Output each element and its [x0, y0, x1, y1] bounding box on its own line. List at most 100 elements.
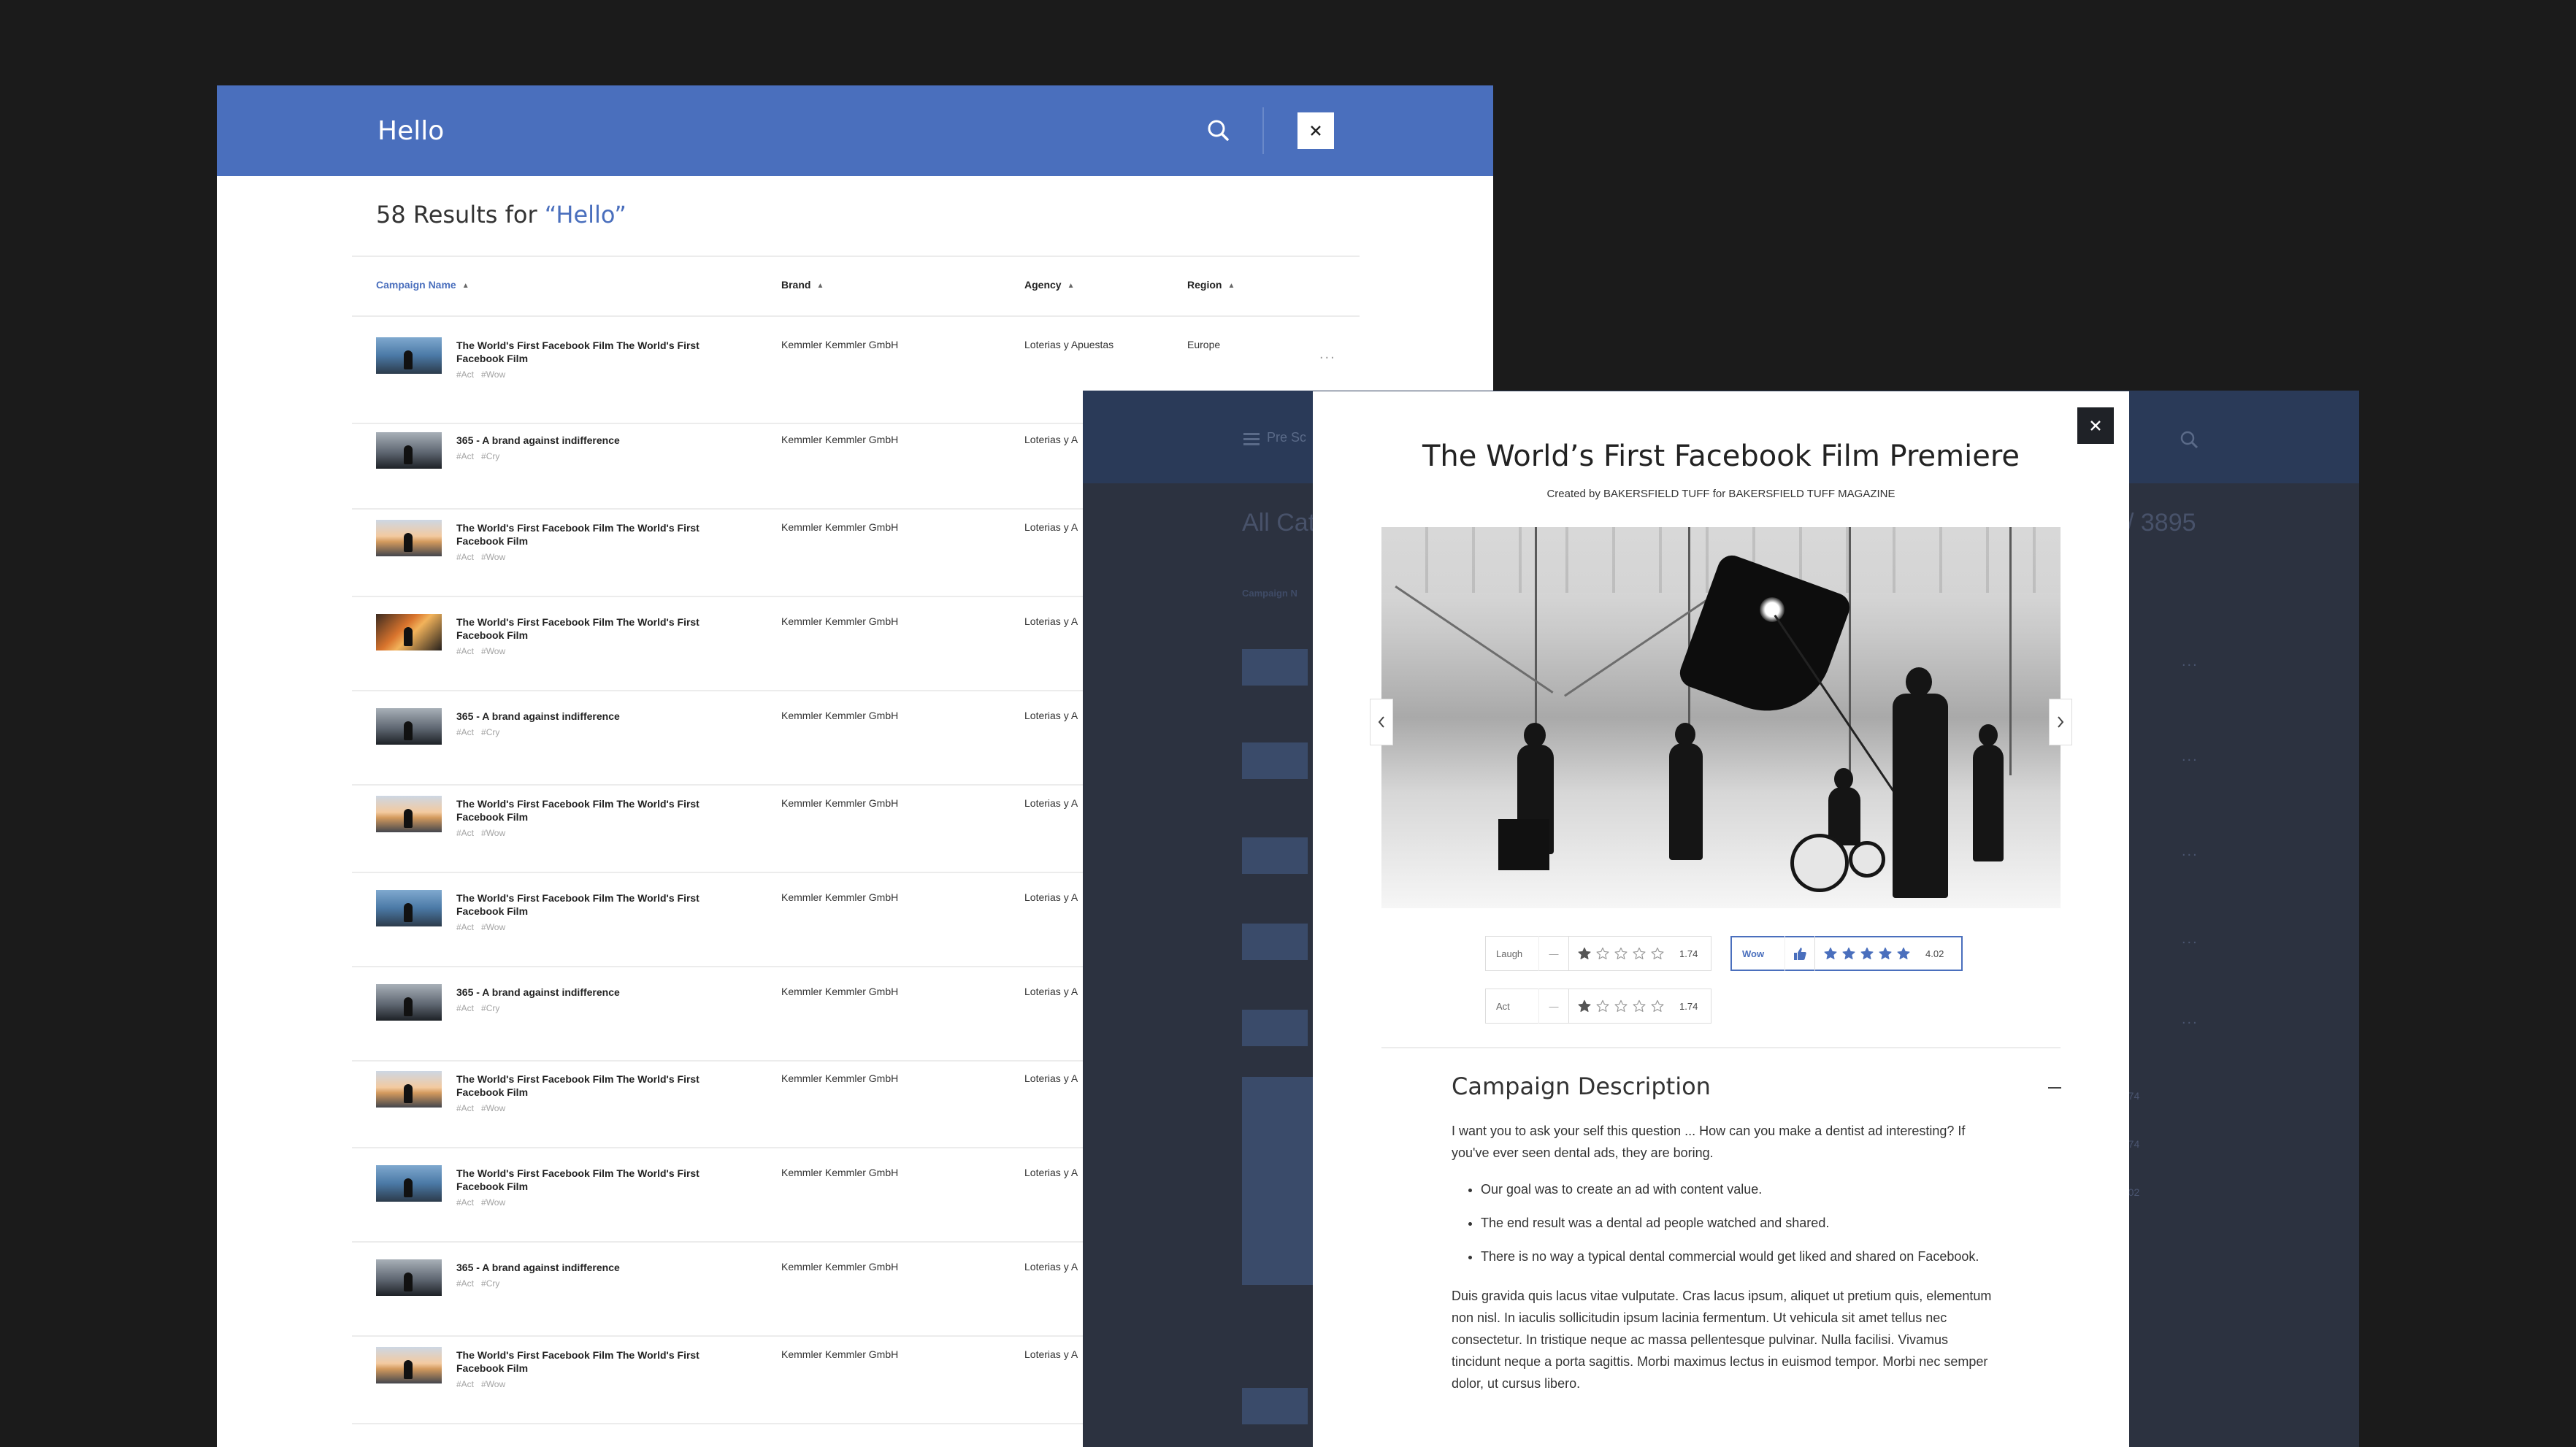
- more-icon: ...: [2182, 1011, 2199, 1027]
- brand-cell: Kemmler Kemmler GmbH: [781, 891, 899, 903]
- tag[interactable]: #Wow: [481, 922, 505, 932]
- tag[interactable]: #Act: [456, 1103, 474, 1113]
- rating-chip-wow[interactable]: Wow 4.02: [1730, 936, 1963, 971]
- agency-cell: Loterias y A: [1024, 710, 1078, 721]
- results-number: 58: [376, 201, 406, 229]
- thumbnail: [1242, 649, 1308, 686]
- tag[interactable]: #Act: [456, 1379, 474, 1389]
- star-filled-icon[interactable]: [1879, 947, 1892, 960]
- campaign-tags: #Act #Wow: [456, 552, 513, 562]
- carousel-prev-button[interactable]: [1370, 699, 1393, 745]
- campaign-title: The World's First Facebook Film The Worl…: [456, 1073, 699, 1098]
- star-rating[interactable]: [1569, 947, 1669, 960]
- close-search-button[interactable]: [1297, 112, 1334, 149]
- brand-cell: Kemmler Kemmler GmbH: [781, 1348, 899, 1360]
- catalog-title: All Cat: [1242, 509, 1316, 537]
- agency-cell: Loterias y A: [1024, 797, 1078, 809]
- sort-icon: ▲︎: [461, 282, 469, 290]
- divider: [352, 256, 1360, 257]
- tag[interactable]: #Wow: [481, 1197, 505, 1208]
- catalog-column-header: Campaign N: [1242, 588, 1297, 599]
- tag[interactable]: #Act: [456, 1278, 474, 1289]
- sort-icon: ▲︎: [1227, 282, 1235, 290]
- thumbnail: [1242, 1010, 1308, 1046]
- column-header-agency[interactable]: Agency ▲︎: [1024, 279, 1074, 291]
- tag[interactable]: #Wow: [481, 369, 505, 380]
- star-filled-icon[interactable]: [1860, 947, 1874, 960]
- star-rating[interactable]: [1569, 999, 1669, 1013]
- campaign-title: The World's First Facebook Film The Worl…: [456, 616, 699, 641]
- star-filled-icon[interactable]: [1897, 947, 1910, 960]
- rating-chip-laugh[interactable]: Laugh — 1.74: [1485, 936, 1711, 971]
- star-rating[interactable]: [1815, 947, 1915, 960]
- more-icon: ...: [2182, 931, 2199, 947]
- agency-cell: Loterias y A: [1024, 434, 1078, 445]
- tag[interactable]: #Act: [456, 1003, 474, 1013]
- column-header-region[interactable]: Region ▲︎: [1187, 279, 1235, 291]
- tag[interactable]: #Act: [456, 552, 474, 562]
- star-empty-icon[interactable]: [1614, 999, 1628, 1013]
- brand-cell: Kemmler Kemmler GmbH: [781, 710, 899, 721]
- search-bar: [217, 85, 1493, 176]
- description-title: Campaign Description: [1452, 1072, 1711, 1100]
- brand-cell: Kemmler Kemmler GmbH: [781, 339, 899, 350]
- tag[interactable]: #Act: [456, 369, 474, 380]
- star-filled-icon[interactable]: [1578, 999, 1591, 1013]
- agency-cell: Loterias y A: [1024, 615, 1078, 627]
- rating-reaction[interactable]: —: [1538, 989, 1569, 1024]
- star-filled-icon[interactable]: [1824, 947, 1837, 960]
- tag[interactable]: #Cry: [481, 1278, 499, 1289]
- star-filled-icon[interactable]: [1842, 947, 1855, 960]
- tag[interactable]: #Act: [456, 646, 474, 656]
- star-empty-icon[interactable]: [1633, 947, 1646, 960]
- tag[interactable]: #Cry: [481, 1003, 499, 1013]
- tag[interactable]: #Wow: [481, 1379, 505, 1389]
- tag[interactable]: #Act: [456, 828, 474, 838]
- rating-reaction[interactable]: —: [1538, 936, 1569, 971]
- brand-cell: Kemmler Kemmler GmbH: [781, 615, 899, 627]
- search-input[interactable]: [376, 104, 1036, 157]
- collapse-description-button[interactable]: [2043, 1076, 2066, 1099]
- star-empty-icon[interactable]: [1596, 947, 1609, 960]
- agency-cell: Loterias y A: [1024, 1072, 1078, 1084]
- campaign-title: 365 - A brand against indifference: [456, 434, 620, 446]
- brand-cell: Kemmler Kemmler GmbH: [781, 1167, 899, 1178]
- tag[interactable]: #Act: [456, 922, 474, 932]
- tag[interactable]: #Act: [456, 451, 474, 461]
- agency-cell: Loterias y A: [1024, 1348, 1078, 1360]
- star-filled-icon[interactable]: [1578, 947, 1591, 960]
- carousel-next-button[interactable]: [2049, 699, 2072, 745]
- column-header-brand[interactable]: Brand ▲︎: [781, 279, 824, 291]
- star-empty-icon[interactable]: [1651, 947, 1664, 960]
- tag[interactable]: #Cry: [481, 727, 499, 737]
- more-options-icon[interactable]: ...: [1319, 346, 1336, 363]
- tag[interactable]: #Wow: [481, 828, 505, 838]
- column-header-campaign-name[interactable]: Campaign Name ▲︎: [376, 279, 469, 291]
- campaign-thumbnail: [376, 1347, 442, 1383]
- star-empty-icon[interactable]: [1633, 999, 1646, 1013]
- tag[interactable]: #Wow: [481, 646, 505, 656]
- tag[interactable]: #Wow: [481, 1103, 505, 1113]
- star-empty-icon[interactable]: [1596, 999, 1609, 1013]
- rating-chip-act[interactable]: Act — 1.74: [1485, 989, 1711, 1024]
- thumbnail: [1242, 924, 1308, 960]
- minus-icon: [2048, 1087, 2061, 1089]
- campaign-thumbnail: [376, 614, 442, 650]
- thumbs-up-icon[interactable]: [1785, 936, 1815, 971]
- thumbnail: [1242, 742, 1308, 779]
- star-empty-icon[interactable]: [1651, 999, 1664, 1013]
- search-icon[interactable]: [1203, 115, 1235, 147]
- tag[interactable]: #Act: [456, 1197, 474, 1208]
- tag[interactable]: #Act: [456, 727, 474, 737]
- campaign-tags: #Act #Wow: [456, 369, 513, 380]
- campaign-title: The World’s First Facebook Film Premiere: [1422, 440, 2020, 473]
- campaign-tags: #Act #Cry: [456, 451, 507, 461]
- campaign-tags: #Act #Cry: [456, 727, 507, 737]
- star-empty-icon[interactable]: [1614, 947, 1628, 960]
- tag[interactable]: #Cry: [481, 451, 499, 461]
- brand-cell: Kemmler Kemmler GmbH: [781, 797, 899, 809]
- campaign-title: The World's First Facebook Film The Worl…: [456, 1349, 699, 1374]
- tag[interactable]: #Wow: [481, 552, 505, 562]
- campaign-hero-image[interactable]: [1381, 527, 2061, 908]
- close-modal-button[interactable]: [2077, 407, 2114, 444]
